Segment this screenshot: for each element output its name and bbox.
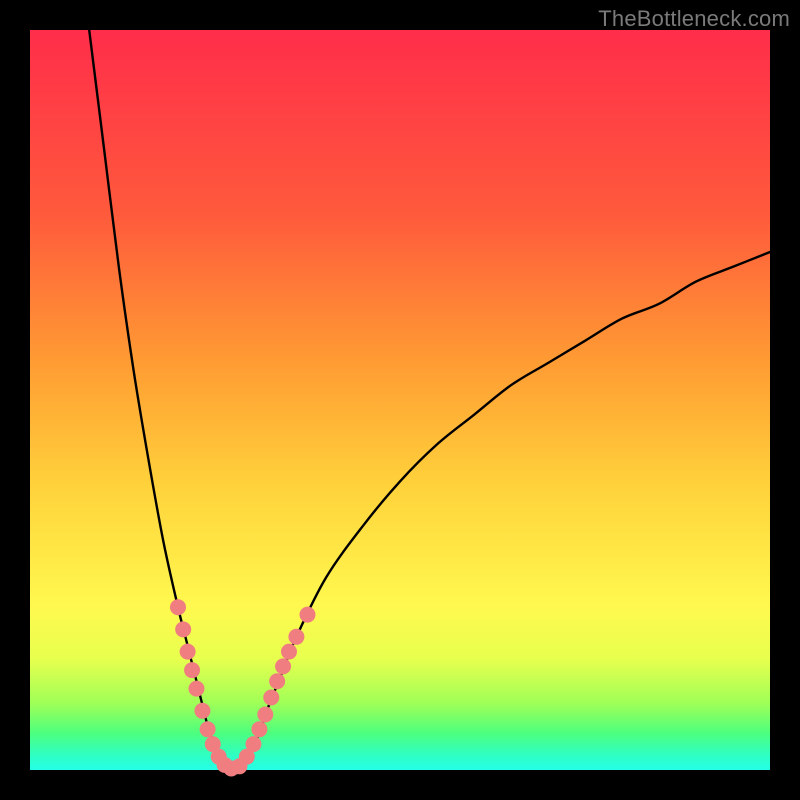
plot-area [30, 30, 770, 770]
data-marker [180, 644, 196, 660]
data-marker [288, 629, 304, 645]
data-marker [194, 703, 210, 719]
data-marker [257, 707, 273, 723]
data-marker [200, 721, 216, 737]
data-marker [245, 736, 261, 752]
data-marker [184, 662, 200, 678]
bottleneck-curve [89, 30, 770, 771]
data-marker [281, 644, 297, 660]
marker-group [170, 599, 316, 776]
chart-svg [30, 30, 770, 770]
data-marker [275, 658, 291, 674]
data-marker [251, 721, 267, 737]
data-marker [263, 689, 279, 705]
data-marker [170, 599, 186, 615]
data-marker [175, 621, 191, 637]
data-marker [189, 681, 205, 697]
data-marker [269, 673, 285, 689]
data-marker [300, 607, 316, 623]
watermark-text: TheBottleneck.com [598, 6, 790, 32]
outer-frame: TheBottleneck.com [0, 0, 800, 800]
